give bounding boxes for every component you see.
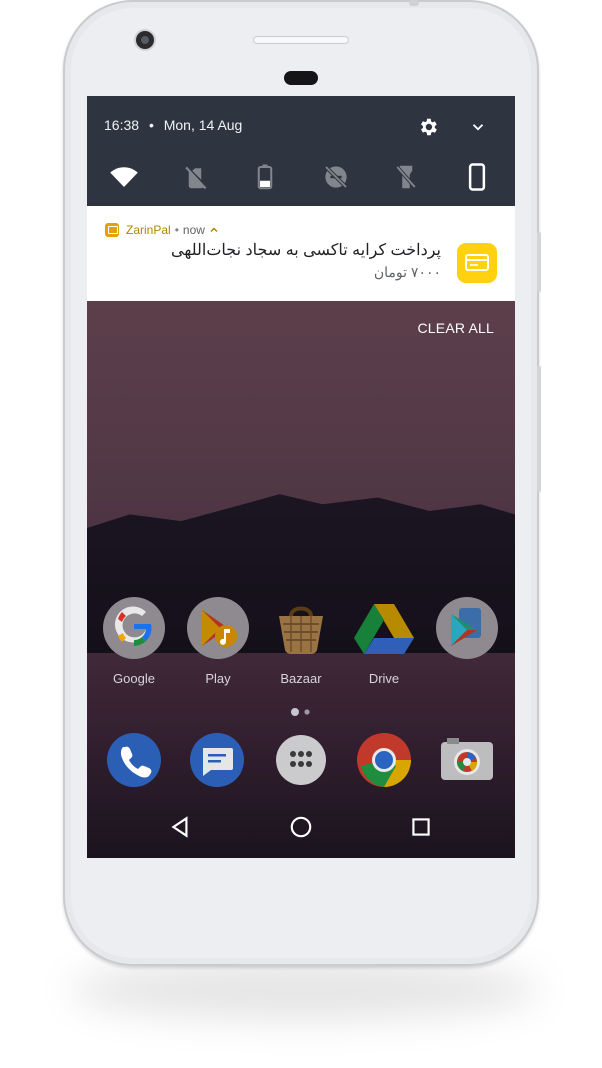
- quick-settings-panel: 16:38 • Mon, 14 Aug: [87, 96, 515, 206]
- page-indicator: [289, 704, 313, 722]
- home-icon[interactable]: [288, 814, 314, 840]
- battery-icon[interactable]: [250, 162, 280, 192]
- app-drive[interactable]: Drive: [344, 596, 424, 686]
- earpiece: [284, 71, 318, 85]
- chevron-up-icon[interactable]: [208, 224, 220, 236]
- navigation-bar: [87, 798, 515, 858]
- clear-all-button[interactable]: CLEAR ALL: [417, 320, 494, 336]
- app-label: Drive: [368, 671, 400, 686]
- notification-app-name: ZarinPal: [126, 223, 171, 237]
- notification-title: پرداخت کرایه تاکسی به سجاد نجات‌اللهی: [171, 242, 441, 259]
- power-button: [537, 232, 541, 292]
- chrome-icon[interactable]: [356, 732, 412, 788]
- camera-icon[interactable]: [439, 732, 495, 788]
- app-label: Play: [205, 671, 231, 686]
- screen: 16:38 • Mon, 14 Aug ZarinPal • now پرداخ…: [87, 96, 515, 858]
- app-google[interactable]: Google: [94, 596, 174, 686]
- top-grille: [253, 36, 349, 44]
- volume-rocker: [537, 366, 541, 492]
- top-sensor: [409, 0, 419, 6]
- recents-icon[interactable]: [408, 814, 434, 840]
- card-icon: [465, 254, 489, 271]
- do-not-disturb-off-icon[interactable]: [321, 162, 351, 192]
- notification-card[interactable]: ZarinPal • now پرداخت کرایه تاکسی به سجا…: [87, 206, 515, 301]
- status-time: 16:38: [104, 117, 140, 133]
- notification-time: now: [182, 223, 205, 237]
- bazaar-icon: [279, 606, 323, 655]
- back-icon[interactable]: [168, 814, 194, 840]
- chevron-down-icon[interactable]: [469, 118, 487, 136]
- notification-header: ZarinPal • now: [105, 223, 220, 237]
- status-date: Mon, 14 Aug: [163, 117, 243, 133]
- zarinpal-large-icon: [457, 243, 497, 283]
- drive-icon: [354, 604, 414, 654]
- phone-portrait-icon[interactable]: [462, 162, 492, 192]
- play-store-folder-icon: [436, 597, 498, 659]
- notification-separator: •: [174, 223, 179, 237]
- flashlight-off-icon[interactable]: [391, 162, 421, 192]
- app-label: Google: [113, 671, 155, 686]
- zarinpal-small-icon: [105, 223, 119, 237]
- phone-shadow: [70, 960, 540, 1020]
- app-play-store[interactable]: [427, 596, 507, 671]
- wifi-icon[interactable]: [109, 162, 139, 192]
- front-camera: [136, 31, 154, 49]
- sim-off-icon[interactable]: [180, 162, 210, 192]
- notification-body: ۷۰۰۰ تومان: [373, 264, 441, 280]
- time-date: 16:38 • Mon, 14 Aug: [104, 117, 243, 133]
- phone-icon[interactable]: [106, 732, 162, 788]
- play-folder-icon: [187, 597, 249, 659]
- google-folder-icon: [103, 597, 165, 659]
- app-label: Bazaar: [280, 671, 322, 686]
- app-play[interactable]: Play: [178, 596, 258, 686]
- app-bazaar[interactable]: Bazaar: [261, 596, 341, 686]
- messages-icon[interactable]: [189, 732, 245, 788]
- app-drawer-icon[interactable]: [273, 732, 329, 788]
- settings-gear-icon[interactable]: [417, 116, 439, 138]
